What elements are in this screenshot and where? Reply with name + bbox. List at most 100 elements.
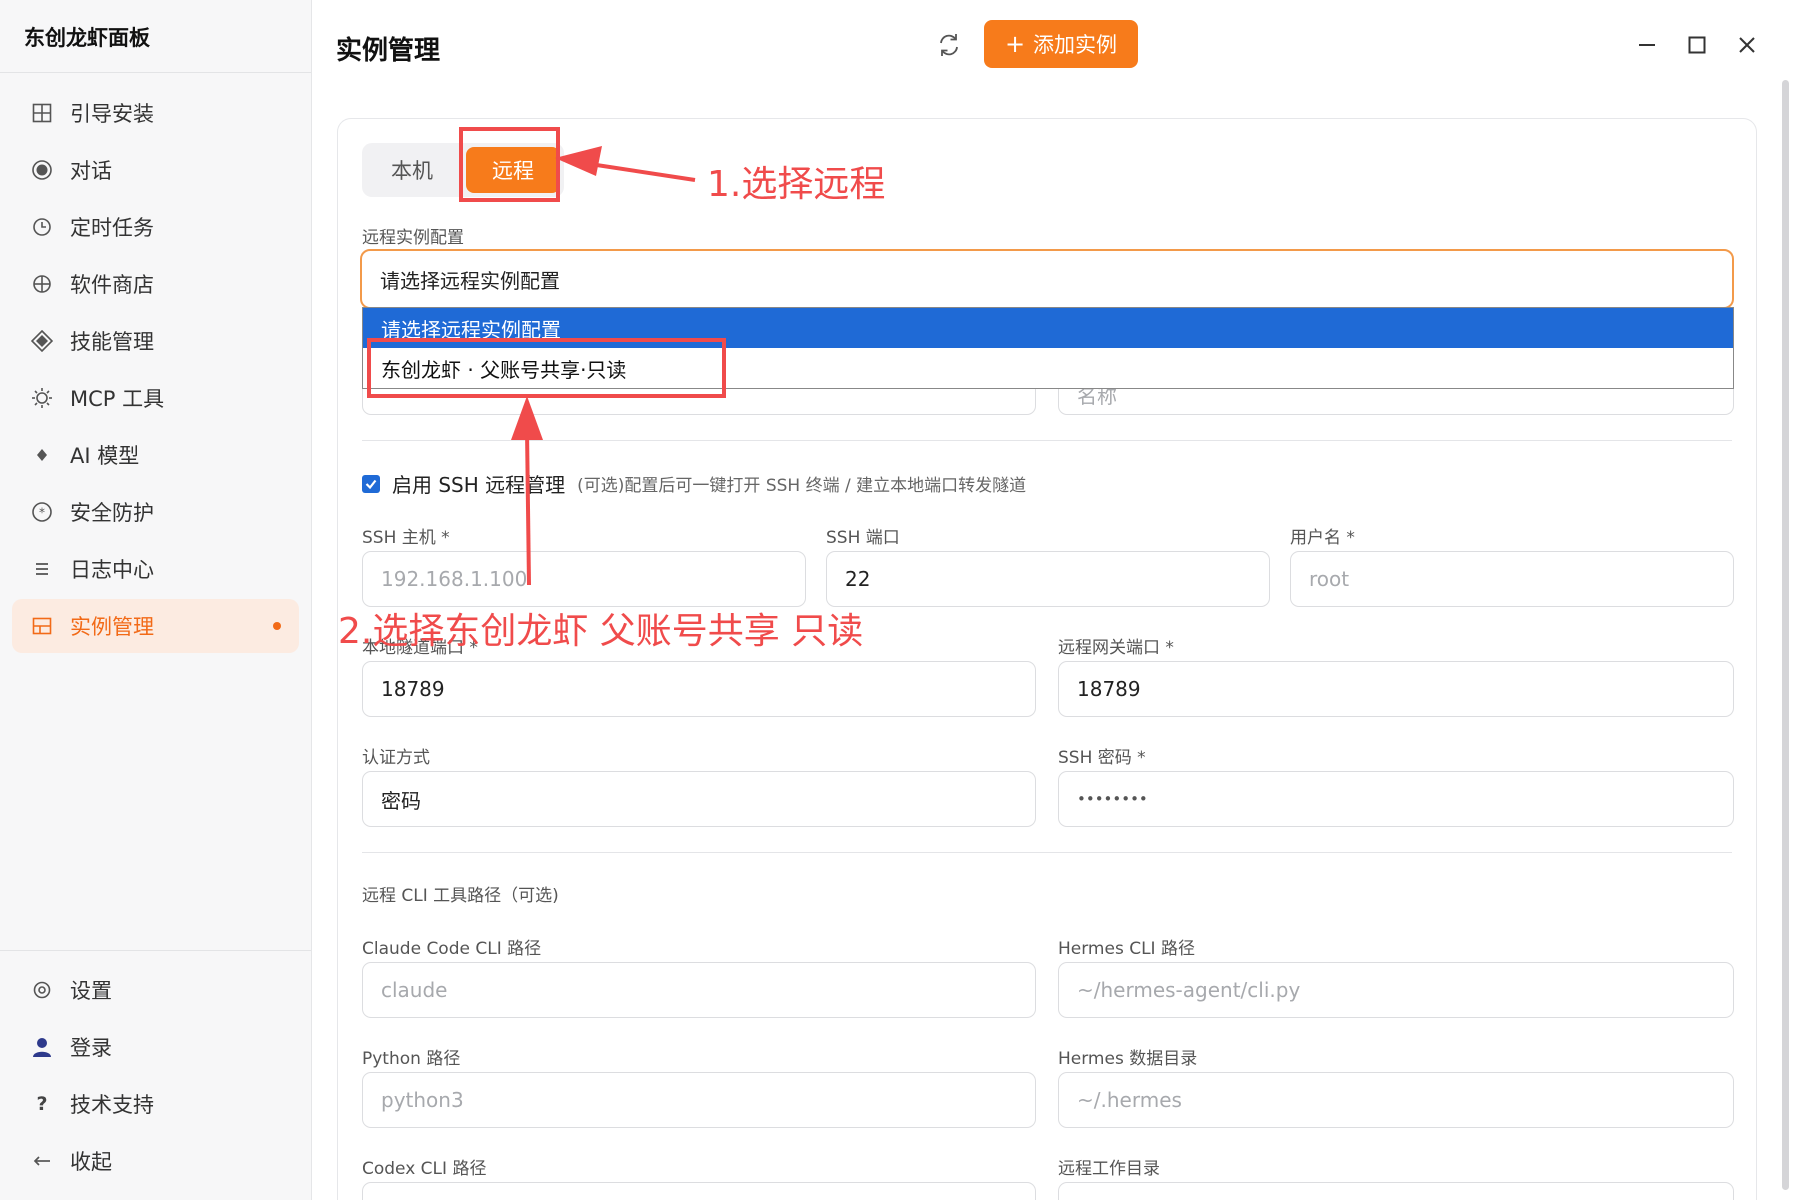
ssh-port-input[interactable]: 22 [826,551,1270,607]
ssh-enable-checkbox[interactable] [362,474,380,493]
maximize-icon[interactable] [1680,28,1714,62]
ssh-user-label: 用户名 * [1290,528,1355,548]
sidebar-divider [0,72,311,73]
ssh-enable-row: 启用 SSH 远程管理 (可选)配置后可一键打开 SSH 终端 / 建立本地端口… [362,469,1026,498]
active-indicator-dot [273,622,281,630]
sidebar-item-label: 定时任务 [70,216,154,240]
hermes-data-dir-input[interactable]: ~/.hermes [1058,1072,1734,1128]
sidebar-item-label: 引导安装 [70,102,154,126]
add-instance-label: 添加实例 [1033,33,1118,57]
close-icon[interactable] [1730,28,1764,62]
sidebar-item-skills[interactable]: 技能管理 [12,314,299,368]
claude-cli-input[interactable]: claude [362,962,1036,1018]
ssh-password-input[interactable]: •••••••• [1058,771,1734,827]
ssh-host-label: SSH 主机 * [362,528,450,548]
auth-method-select[interactable]: 密码 [362,771,1036,827]
sidebar-item-label: 实例管理 [70,615,154,639]
auth-method-label: 认证方式 [362,748,430,768]
diamond-icon [30,329,54,353]
instance-form-card: 本机 远程 远程实例配置 请选择远程实例配置 名称 请选择远程实例配置 东创龙虾… [337,118,1757,1200]
sidebar-item-scheduled-tasks[interactable]: 定时任务 [12,200,299,254]
grid-icon [30,101,54,125]
ssh-port-label: SSH 端口 [826,528,900,548]
sidebar-item-ai-models[interactable]: AI 模型 [12,428,299,482]
user-icon [30,1035,54,1059]
annotation-step1-text: 1.选择远程 [707,164,886,205]
sidebar-item-label: 技能管理 [70,330,154,354]
ssh-password-label: SSH 密码 * [1058,748,1146,768]
remote-workdir-label: 远程工作目录 [1058,1159,1160,1179]
sidebar-item-mcp-tools[interactable]: MCP 工具 [12,371,299,425]
shield-icon: * [30,500,54,524]
sidebar-item-label: 收起 [70,1150,112,1174]
panel-icon [30,614,54,638]
sidebar-item-guide-install[interactable]: 引导安装 [12,86,299,140]
hermes-cli-label: Hermes CLI 路径 [1058,939,1195,959]
codex-cli-label: Codex CLI 路径 [362,1159,487,1179]
page-header: 实例管理 + 添加实例 [312,0,1800,92]
clock-icon [30,215,54,239]
sidebar-item-support[interactable]: ? 技术支持 [12,1077,299,1131]
sun-icon [30,386,54,410]
add-instance-button[interactable]: + 添加实例 [984,20,1138,68]
remote-config-label: 远程实例配置 [362,228,464,248]
sidebar-item-label: 设置 [70,979,112,1003]
cli-section-title: 远程 CLI 工具路径（可选) [362,886,559,906]
sidebar-item-settings[interactable]: 设置 [12,963,299,1017]
sidebar-item-label: 对话 [70,159,112,183]
minimize-icon[interactable] [1630,28,1664,62]
sidebar-item-software-store[interactable]: 软件商店 [12,257,299,311]
remote-workdir-input[interactable] [1058,1182,1734,1200]
python-path-input[interactable]: python3 [362,1072,1036,1128]
remote-gateway-port-input[interactable]: 18789 [1058,661,1734,717]
sidebar-item-label: AI 模型 [70,444,140,468]
local-tunnel-port-input[interactable]: 18789 [362,661,1036,717]
sidebar-divider-bottom [0,950,311,951]
globe-icon [30,272,54,296]
hermes-cli-input[interactable]: ~/hermes-agent/cli.py [1058,962,1734,1018]
brand-title: 东创龙虾面板 [24,26,150,50]
section-divider [362,440,1732,441]
ssh-enable-description: (可选)配置后可一键打开 SSH 终端 / 建立本地端口转发隧道 [577,476,1027,496]
gear-icon [30,978,54,1002]
page-title: 实例管理 [336,36,441,66]
sidebar-item-logs[interactable]: 日志中心 [12,542,299,596]
annotation-box-remote-tab [459,127,560,202]
sidebar-item-label: 登录 [70,1036,112,1060]
arrow-left-icon [30,1149,54,1173]
sidebar-nav: 引导安装 对话 定时任务 软件商店 技能管理 MCP 工具 AI 模型 * 安全… [12,86,299,656]
remote-gateway-port-label: 远程网关端口 * [1058,638,1174,658]
python-path-label: Python 路径 [362,1049,461,1069]
section-divider [362,852,1732,853]
sidebar-item-label: 安全防护 [70,501,154,525]
claude-cli-label: Claude Code CLI 路径 [362,939,542,959]
plus-icon: + [1004,30,1026,58]
sidebar-item-chat[interactable]: 对话 [12,143,299,197]
tab-local[interactable]: 本机 [366,147,458,193]
sidebar-item-collapse[interactable]: 收起 [12,1134,299,1188]
sidebar-bottom-nav: 设置 登录 ? 技术支持 收起 [12,963,299,1191]
sidebar-item-instances[interactable]: 实例管理 [12,599,299,653]
hermes-data-dir-label: Hermes 数据目录 [1058,1049,1198,1069]
svg-text:*: * [39,506,45,520]
list-icon [30,557,54,581]
codex-cli-input[interactable] [362,1182,1036,1200]
sidebar-item-label: MCP 工具 [70,387,165,411]
refresh-icon[interactable] [934,30,964,60]
sidebar-item-login[interactable]: 登录 [12,1020,299,1074]
remote-config-select[interactable]: 请选择远程实例配置 [360,249,1734,309]
question-icon: ? [36,1093,48,1115]
ssh-user-input[interactable]: root [1290,551,1734,607]
sidebar-item-label: 技术支持 [70,1093,154,1117]
sidebar-item-label: 日志中心 [70,558,154,582]
annotation-box-option [367,338,726,398]
scrollbar[interactable] [1782,80,1789,1190]
sidebar-item-label: 软件商店 [70,273,154,297]
ssh-enable-label: 启用 SSH 远程管理 [392,473,566,497]
ssh-host-input[interactable]: 192.168.1.100 [362,551,806,607]
sidebar-item-security[interactable]: * 安全防护 [12,485,299,539]
sidebar: 东创龙虾面板 引导安装 对话 定时任务 软件商店 技能管理 MCP 工具 AI … [0,0,312,1200]
radio-icon [30,158,54,182]
spark-icon [30,443,54,467]
annotation-step2-text: 2.选择东创龙虾 父账号共享 只读 [338,611,864,652]
